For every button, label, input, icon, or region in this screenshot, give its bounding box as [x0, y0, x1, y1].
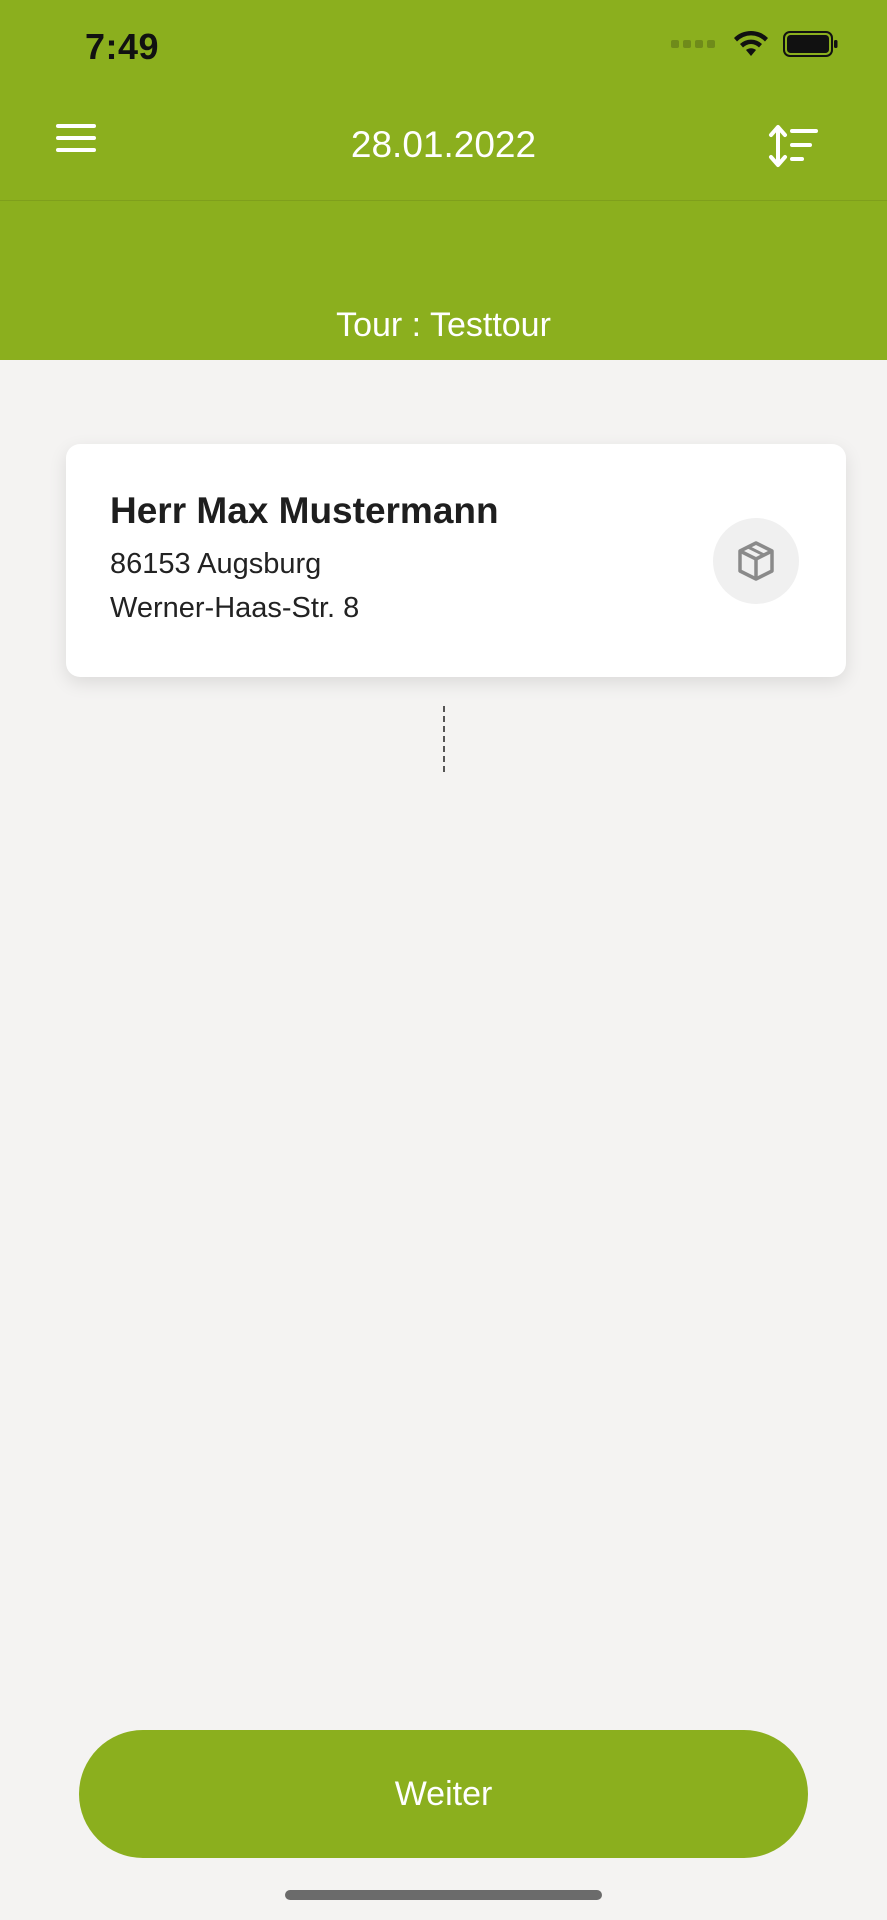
customer-city: 86153 Augsburg	[110, 548, 322, 580]
cellular-signal-icon	[671, 40, 715, 48]
package-icon	[738, 541, 774, 581]
continue-button[interactable]: Weiter	[79, 1730, 808, 1858]
stop-card[interactable]: Herr Max Mustermann 86153 Augsburg Werne…	[66, 444, 846, 677]
wifi-icon	[734, 30, 768, 56]
status-icons	[671, 30, 839, 58]
status-time: 7:49	[85, 26, 160, 67]
appbar-divider	[0, 200, 887, 201]
tour-label: Tour : Testtour	[336, 306, 551, 344]
home-indicator	[285, 1890, 602, 1900]
package-badge	[713, 518, 799, 604]
header: 7:49 28.01.2022 Tour: Testtour	[0, 0, 887, 360]
route-connector	[443, 706, 445, 772]
sort-icon[interactable]	[768, 124, 820, 170]
page-title: 28.01.2022	[350, 124, 537, 165]
battery-icon	[783, 31, 838, 57]
customer-name: Herr Max Mustermann	[110, 490, 499, 531]
screen: 7:49 28.01.2022 Tour: Testtour Herr Max…	[0, 0, 887, 1920]
customer-street: Werner-Haas-Str. 8	[110, 592, 360, 624]
